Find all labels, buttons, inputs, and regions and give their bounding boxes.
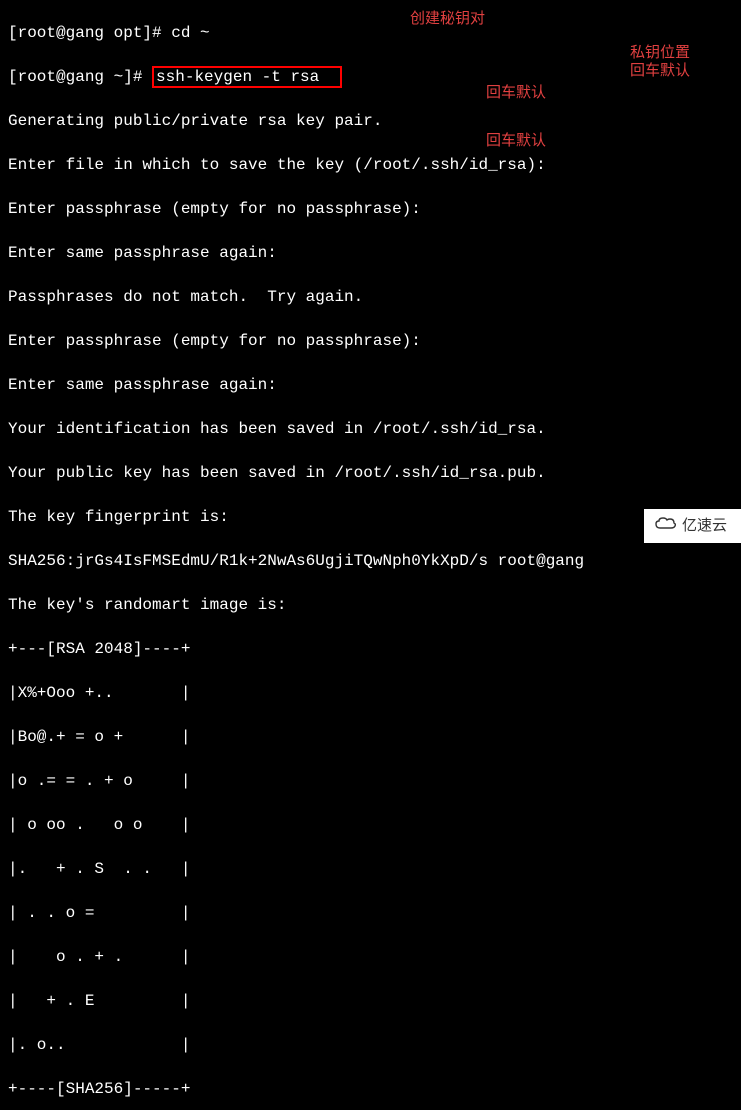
randomart-line: |X%+Ooo +.. | — [8, 682, 733, 704]
terminal-line: The key's randomart image is: — [8, 594, 733, 616]
randomart-line: | o . + . | — [8, 946, 733, 968]
randomart-line: |Bo@.+ = o + | — [8, 726, 733, 748]
terminal-line: Passphrases do not match. Try again. — [8, 286, 733, 308]
terminal-output[interactable]: [root@gang opt]# cd ~ [root@gang ~]# ssh… — [8, 0, 733, 1110]
randomart-line: | + . E | — [8, 990, 733, 1012]
randomart-line: | o oo . o o | — [8, 814, 733, 836]
randomart-line: | . . o = | — [8, 902, 733, 924]
terminal-line: Enter passphrase (empty for no passphras… — [8, 330, 733, 352]
randomart-line: |. o.. | — [8, 1034, 733, 1056]
annotation-enter-default: 回车默认 — [486, 130, 546, 152]
terminal-line: The key fingerprint is: — [8, 506, 733, 528]
randomart-line: +----[SHA256]-----+ — [8, 1078, 733, 1100]
randomart-line: |. + . S . . | — [8, 858, 733, 880]
randomart-line: +---[RSA 2048]----+ — [8, 638, 733, 660]
terminal-line: [root@gang ~]# ssh-keygen -t rsa — [8, 66, 733, 88]
terminal-line: Enter passphrase (empty for no passphras… — [8, 198, 733, 220]
terminal-line: Generating public/private rsa key pair. — [8, 110, 733, 132]
cloud-icon — [654, 515, 676, 537]
randomart-line: |o .= = . + o | — [8, 770, 733, 792]
annotation-enter-default: 回车默认 — [630, 60, 690, 82]
terminal-line: Enter same passphrase again: — [8, 242, 733, 264]
terminal-line: Enter same passphrase again: — [8, 374, 733, 396]
terminal-line: [root@gang opt]# cd ~ — [8, 22, 733, 44]
highlighted-command: ssh-keygen -t rsa — [152, 66, 342, 88]
annotation-enter-default: 回车默认 — [486, 82, 546, 104]
shell-prompt: [root@gang ~]# — [8, 68, 152, 86]
watermark-badge: 亿速云 — [644, 509, 741, 543]
terminal-line: Your identification has been saved in /r… — [8, 418, 733, 440]
watermark-text: 亿速云 — [682, 515, 727, 537]
annotation-create-keypair: 创建秘钥对 — [410, 8, 485, 30]
terminal-line: SHA256:jrGs4IsFMSEdmU/R1k+2NwAs6UgjiTQwN… — [8, 550, 733, 572]
terminal-line: Your public key has been saved in /root/… — [8, 462, 733, 484]
terminal-line: Enter file in which to save the key (/ro… — [8, 154, 733, 176]
